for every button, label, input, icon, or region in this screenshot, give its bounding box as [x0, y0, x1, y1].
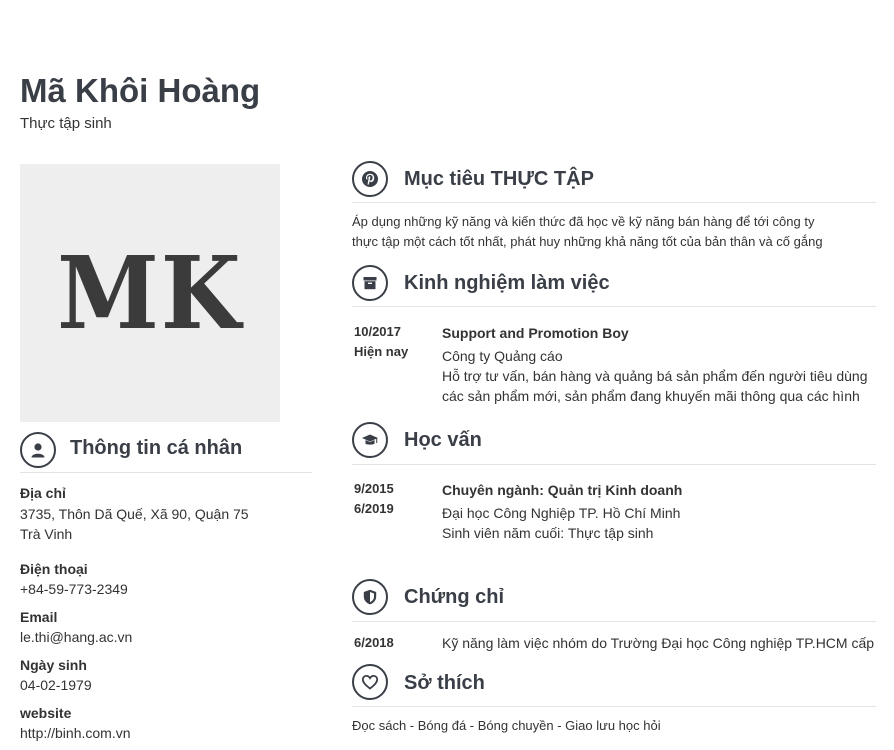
objective-divider: [352, 202, 876, 203]
education-school: Đại học Công Nghiệp TP. Hồ Chí Minh: [442, 505, 681, 521]
hobbies-heading: Sở thích: [404, 672, 485, 694]
avatar: MK: [20, 164, 280, 422]
objective-heading: Mục tiêu THỰC TẬP: [404, 168, 594, 190]
education-divider: [352, 464, 876, 465]
hobbies-text: Đọc sách - Bóng đá - Bóng chuyền - Giao …: [352, 718, 661, 733]
personal-heading: Thông tin cá nhân: [70, 437, 243, 459]
objective-line2: thực tập một cách tốt nhất, phát huy nhữ…: [352, 234, 823, 249]
pinterest-icon: [352, 161, 388, 197]
hobbies-divider: [352, 706, 876, 707]
website-label: website: [20, 705, 72, 721]
experience-desc-line1: Hỗ trợ tư vấn, bán hàng và quảng bá sản …: [442, 368, 868, 384]
certificates-heading: Chứng chỉ: [404, 586, 505, 608]
certificate-date: 6/2018: [354, 635, 394, 650]
phone-value: +84-59-773-2349: [20, 581, 128, 597]
profile-name: Mã Khôi Hoàng: [20, 72, 261, 109]
experience-role: Support and Promotion Boy: [442, 325, 629, 341]
website-value[interactable]: http://binh.com.vn: [20, 723, 131, 743]
objective-line1: Áp dụng những kỹ năng và kiến thức đã họ…: [352, 214, 815, 229]
education-heading: Học vấn: [404, 429, 482, 451]
experience-date-from: 10/2017: [354, 324, 401, 339]
heart-icon: [352, 664, 388, 700]
archive-box-icon: [352, 265, 388, 301]
education-note: Sinh viên năm cuối: Thực tập sinh: [442, 525, 654, 541]
experience-date-to: Hiện nay: [354, 344, 409, 359]
personal-divider: [20, 472, 312, 473]
address-line1: 3735, Thôn Dã Quế, Xã 90, Quận 75: [20, 506, 249, 522]
profile-title: Thực tập sinh: [20, 115, 112, 132]
certificate-text: Kỹ năng làm việc nhóm do Trường Đại học …: [442, 635, 875, 651]
education-date-to: 6/2019: [354, 501, 394, 516]
certificates-divider: [352, 621, 876, 622]
graduation-cap-icon: [352, 422, 388, 458]
phone-label: Điện thoại: [20, 561, 88, 577]
shield-icon: [352, 579, 388, 615]
address-line2: Trà Vinh: [20, 526, 73, 542]
address-label: Địa chỉ: [20, 485, 66, 501]
email-value[interactable]: le.thi@hang.ac.vn: [20, 627, 132, 647]
experience-divider: [352, 306, 876, 307]
experience-company: Công ty Quảng cáo: [442, 348, 563, 364]
birth-value: 04-02-1979: [20, 677, 92, 693]
user-icon: [20, 432, 56, 468]
education-date-from: 9/2015: [354, 481, 394, 496]
education-major: Chuyên ngành: Quản trị Kinh doanh: [442, 482, 683, 498]
experience-desc-line2: các sản phẩm mới, sản phẩm đang khuyến m…: [442, 388, 860, 404]
experience-heading: Kinh nghiệm làm việc: [404, 272, 610, 294]
email-label: Email: [20, 609, 58, 625]
avatar-initials: MK: [57, 234, 243, 352]
birth-label: Ngày sinh: [20, 657, 87, 673]
